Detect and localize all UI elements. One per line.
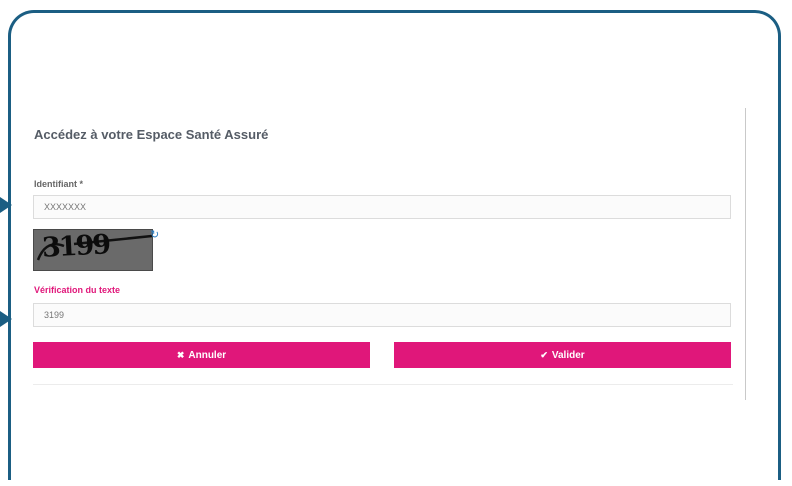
cancel-button[interactable]: ✖ Annuler (33, 342, 370, 368)
faded-divider (33, 384, 733, 385)
verification-label: Vérification du texte (34, 285, 121, 295)
check-icon: ✔ (540, 349, 548, 360)
submit-button[interactable]: ✔ Valider (394, 342, 731, 368)
panel-divider (745, 108, 746, 400)
arrow-pointer-identifier (0, 197, 12, 213)
page-title: Accédez à votre Espace Santé Assuré (34, 127, 269, 142)
cancel-button-label: Annuler (188, 349, 227, 361)
arrow-pointer-verification (0, 311, 12, 327)
verification-input[interactable] (33, 303, 731, 327)
captcha-text: 3199 (41, 229, 110, 264)
close-icon: ✖ (176, 349, 185, 360)
captcha-image: 3199 (33, 229, 153, 271)
identifier-input[interactable] (33, 195, 731, 219)
submit-button-label: Valider (551, 349, 585, 361)
refresh-icon[interactable]: ↻ (150, 230, 159, 241)
identifier-label: Identifiant * (34, 179, 83, 189)
